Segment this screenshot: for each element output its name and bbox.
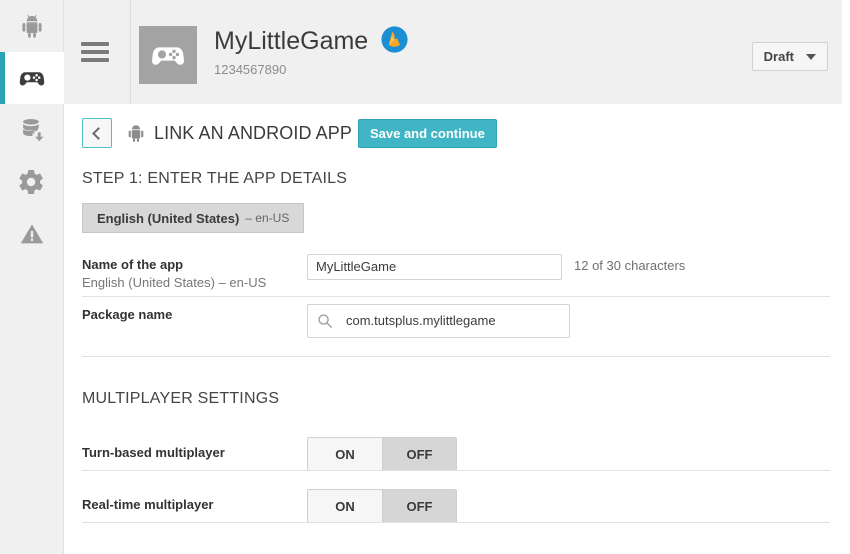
setting-label: Turn-based multiplayer [82,445,225,460]
breadcrumb-title: LINK AN ANDROID APP [154,122,352,143]
multiplayer-heading: MULTIPLAYER SETTINGS [82,390,280,407]
hamburger-icon[interactable] [81,42,109,62]
divider [82,356,830,357]
turn-based-on-option[interactable]: ON [308,438,382,470]
divider [82,522,830,523]
save-and-continue-button[interactable]: Save and continue [357,118,497,148]
breadcrumb: LINK AN ANDROID APP Save and continue [82,118,497,148]
field-row-app-name: Name of the app English (United States) … [82,254,832,296]
google-play-games-console: MyLittleGame 1234567890 Draft LINK AN AN… [0,0,850,554]
warning-triangle-icon [19,221,45,247]
database-download-icon [19,117,45,143]
field-label: Name of the app [82,257,184,272]
gamepad-icon [152,47,184,65]
sidebar-item-android[interactable] [0,0,64,52]
app-id: 1234567890 [214,62,287,77]
field-label: Package name [82,307,173,322]
app-tile-icon [139,26,197,84]
header-divider [130,0,131,104]
sidebar-item-database[interactable] [0,104,64,156]
page-title: MyLittleGame [214,27,369,55]
status-label: Draft [763,49,794,64]
real-time-off-option[interactable]: OFF [382,490,456,522]
language-tab-code: – en-US [245,211,290,225]
sidebar-item-games[interactable] [0,52,64,104]
chevron-down-icon [806,53,816,60]
save-button-label: Save and continue [369,125,485,141]
step1-heading: STEP 1: ENTER THE APP DETAILS [82,170,348,187]
language-tab-name: English (United States) [97,210,240,226]
setting-row-turn-based: Turn-based multiplayer ON OFF [82,437,832,471]
gamepad-icon [19,65,45,91]
field-sublabel: English (United States) – en-US [82,275,267,290]
android-robot-icon [19,13,45,39]
search-icon [317,313,333,329]
setting-row-real-time: Real-time multiplayer ON OFF [82,489,832,523]
hamburger-bar [81,50,109,54]
hamburger-bar [81,42,109,46]
real-time-toggle[interactable]: ON OFF [307,489,457,523]
turn-based-toggle[interactable]: ON OFF [307,437,457,471]
back-button[interactable] [82,118,112,148]
gear-icon [19,169,45,195]
field-row-package-name: Package name com.tutsplus.mylittlegame [82,304,832,356]
app-name-input[interactable]: MyLittleGame [307,254,562,280]
package-name-input[interactable]: com.tutsplus.mylittlegame [307,304,570,338]
left-sidebar [0,0,64,554]
firebase-flame-icon [381,25,408,53]
turn-based-off-option[interactable]: OFF [382,438,456,470]
sidebar-item-settings[interactable] [0,156,64,208]
real-time-on-option[interactable]: ON [308,490,382,522]
status-dropdown[interactable]: Draft [751,42,828,71]
app-title-block: MyLittleGame 1234567890 [214,25,408,77]
chevron-left-icon [92,126,105,140]
divider [82,470,830,471]
sidebar-item-alerts[interactable] [0,208,64,260]
divider [82,296,830,297]
main-content: LINK AN ANDROID APP Save and continue ST… [64,104,850,554]
setting-label: Real-time multiplayer [82,497,214,512]
app-header: MyLittleGame 1234567890 Draft [64,0,842,104]
android-robot-icon [126,122,146,144]
character-counter: 12 of 30 characters [574,258,686,273]
hamburger-bar [81,58,109,62]
language-tab[interactable]: English (United States) – en-US [82,203,305,233]
